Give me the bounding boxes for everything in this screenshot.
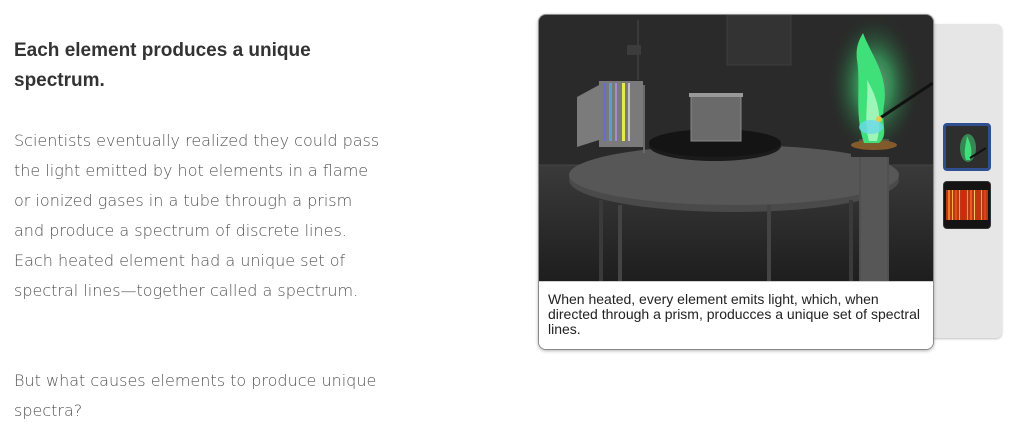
media-viewer: When heated, every element emits light, …: [538, 14, 934, 350]
paragraph-question: But what causes elements to produce uniq…: [14, 371, 377, 420]
flame-thumbnail-button[interactable]: [943, 123, 991, 171]
lab-scene-image: [539, 15, 933, 281]
flame-icon: [946, 126, 988, 168]
spectrum-icon: [944, 182, 990, 228]
article-text: Each element produces a unique spectrum.…: [14, 36, 384, 420]
spectrum-thumbnail-button[interactable]: [943, 181, 991, 229]
paragraph-explanation: Scientists eventually realized they coul…: [14, 131, 380, 300]
image-caption: When heated, every element emits light, …: [539, 281, 933, 349]
section-heading: Each element produces a unique spectrum.: [14, 40, 311, 91]
